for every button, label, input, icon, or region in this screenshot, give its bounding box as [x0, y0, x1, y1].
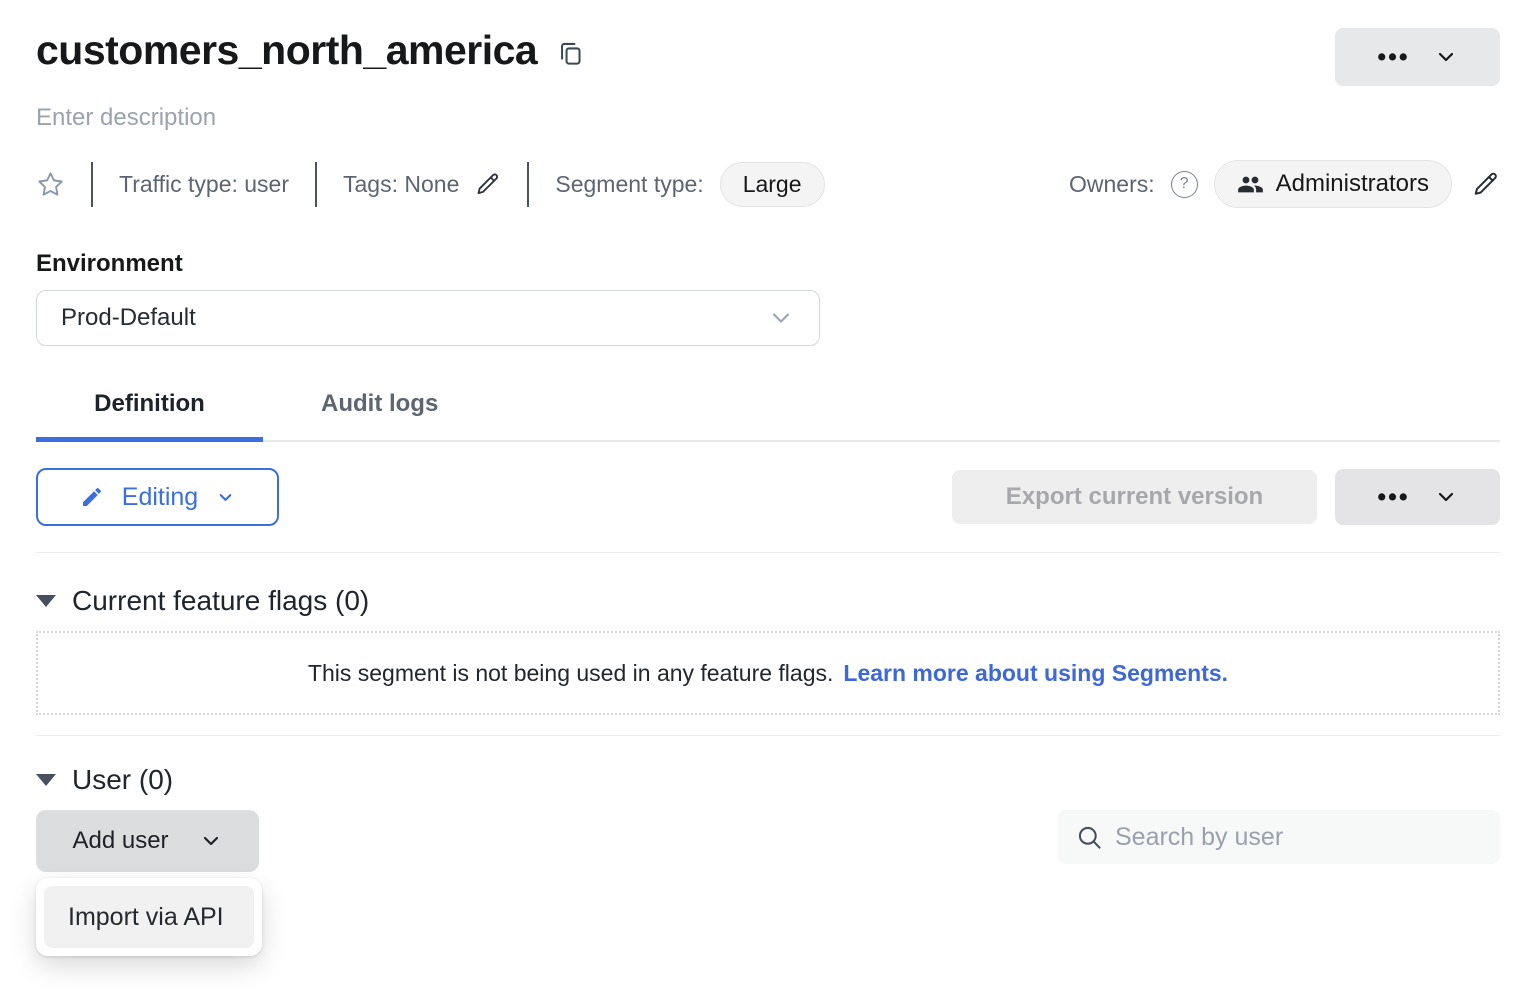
- search-by-user-input[interactable]: [1113, 822, 1482, 853]
- add-user-button[interactable]: Add user: [36, 810, 259, 872]
- segment-detail-page: customers_north_america ••• Enter descri…: [0, 0, 1536, 872]
- environment-selected-value: Prod-Default: [61, 304, 196, 332]
- owners-chip[interactable]: Administrators: [1214, 160, 1452, 208]
- vertical-divider: [315, 162, 317, 207]
- environment-label: Environment: [36, 250, 1500, 278]
- tab-definition[interactable]: Definition: [36, 390, 263, 440]
- star-icon[interactable]: [36, 170, 65, 199]
- feature-flags-section-toggle[interactable]: Current feature flags (0): [36, 585, 369, 617]
- empty-message: This segment is not being used in any fe…: [308, 660, 833, 687]
- segment-type-badge: Large: [720, 162, 825, 207]
- description-placeholder[interactable]: Enter description: [36, 104, 1500, 132]
- page-header: customers_north_america •••: [36, 0, 1500, 86]
- pencil-icon: [80, 485, 104, 509]
- chevron-down-icon: [199, 829, 223, 853]
- chevron-down-icon: [1434, 485, 1458, 509]
- definition-more-menu-button[interactable]: •••: [1335, 469, 1500, 525]
- menu-item-import-via-api[interactable]: Import via API: [44, 886, 254, 948]
- tab-bar: Definition Audit logs: [36, 390, 1500, 442]
- edit-owners-pencil-icon[interactable]: [1472, 170, 1500, 198]
- people-icon: [1237, 171, 1264, 198]
- toolbar-right-group: Export current version •••: [952, 469, 1500, 525]
- ellipsis-icon: •••: [1377, 485, 1409, 510]
- copy-icon[interactable]: [557, 40, 584, 67]
- tags-label: Tags: None: [343, 171, 459, 198]
- edit-tags-pencil-icon[interactable]: [475, 171, 501, 197]
- divider: [36, 552, 1500, 553]
- export-current-version-button[interactable]: Export current version: [952, 470, 1317, 524]
- chevron-down-icon: [767, 304, 795, 332]
- vertical-divider: [91, 162, 93, 207]
- triangle-down-icon: [36, 774, 56, 786]
- vertical-divider: [527, 162, 529, 207]
- page-title: customers_north_america: [36, 28, 537, 73]
- add-user-label: Add user: [72, 827, 168, 855]
- meta-row: Traffic type: user Tags: None Segment ty…: [36, 160, 1500, 208]
- tab-audit-logs[interactable]: Audit logs: [321, 390, 438, 440]
- triangle-down-icon: [36, 595, 56, 607]
- learn-more-link[interactable]: Learn more about using Segments.: [843, 660, 1228, 687]
- definition-toolbar: Editing Export current version •••: [36, 468, 1500, 526]
- editing-label: Editing: [122, 483, 198, 512]
- user-search[interactable]: [1058, 810, 1500, 864]
- segment-type-label: Segment type:: [555, 171, 703, 198]
- title-group: customers_north_america: [36, 28, 584, 73]
- owners-value: Administrators: [1276, 170, 1429, 198]
- add-user-dropdown: Add user Import via API: [36, 810, 259, 872]
- help-icon[interactable]: ?: [1171, 171, 1198, 198]
- environment-select[interactable]: Prod-Default: [36, 290, 820, 346]
- add-user-menu: Import via API: [36, 878, 262, 956]
- search-icon: [1076, 824, 1103, 851]
- feature-flags-heading: Current feature flags (0): [72, 585, 369, 617]
- divider: [36, 735, 1500, 736]
- chevron-down-icon: [1434, 45, 1458, 69]
- header-more-menu-button[interactable]: •••: [1335, 28, 1500, 86]
- user-section-toggle[interactable]: User (0): [36, 764, 173, 796]
- feature-flags-empty-state: This segment is not being used in any fe…: [36, 631, 1500, 715]
- ellipsis-icon: •••: [1377, 45, 1409, 70]
- chevron-down-icon: [216, 488, 235, 507]
- owners-label: Owners:: [1069, 171, 1155, 198]
- editing-status-button[interactable]: Editing: [36, 468, 279, 526]
- user-controls-row: Add user Import via API: [36, 810, 1500, 872]
- owners-group: Owners: ? Administrators: [1069, 160, 1500, 208]
- user-heading: User (0): [72, 764, 173, 796]
- traffic-type-label: Traffic type: user: [119, 171, 289, 198]
